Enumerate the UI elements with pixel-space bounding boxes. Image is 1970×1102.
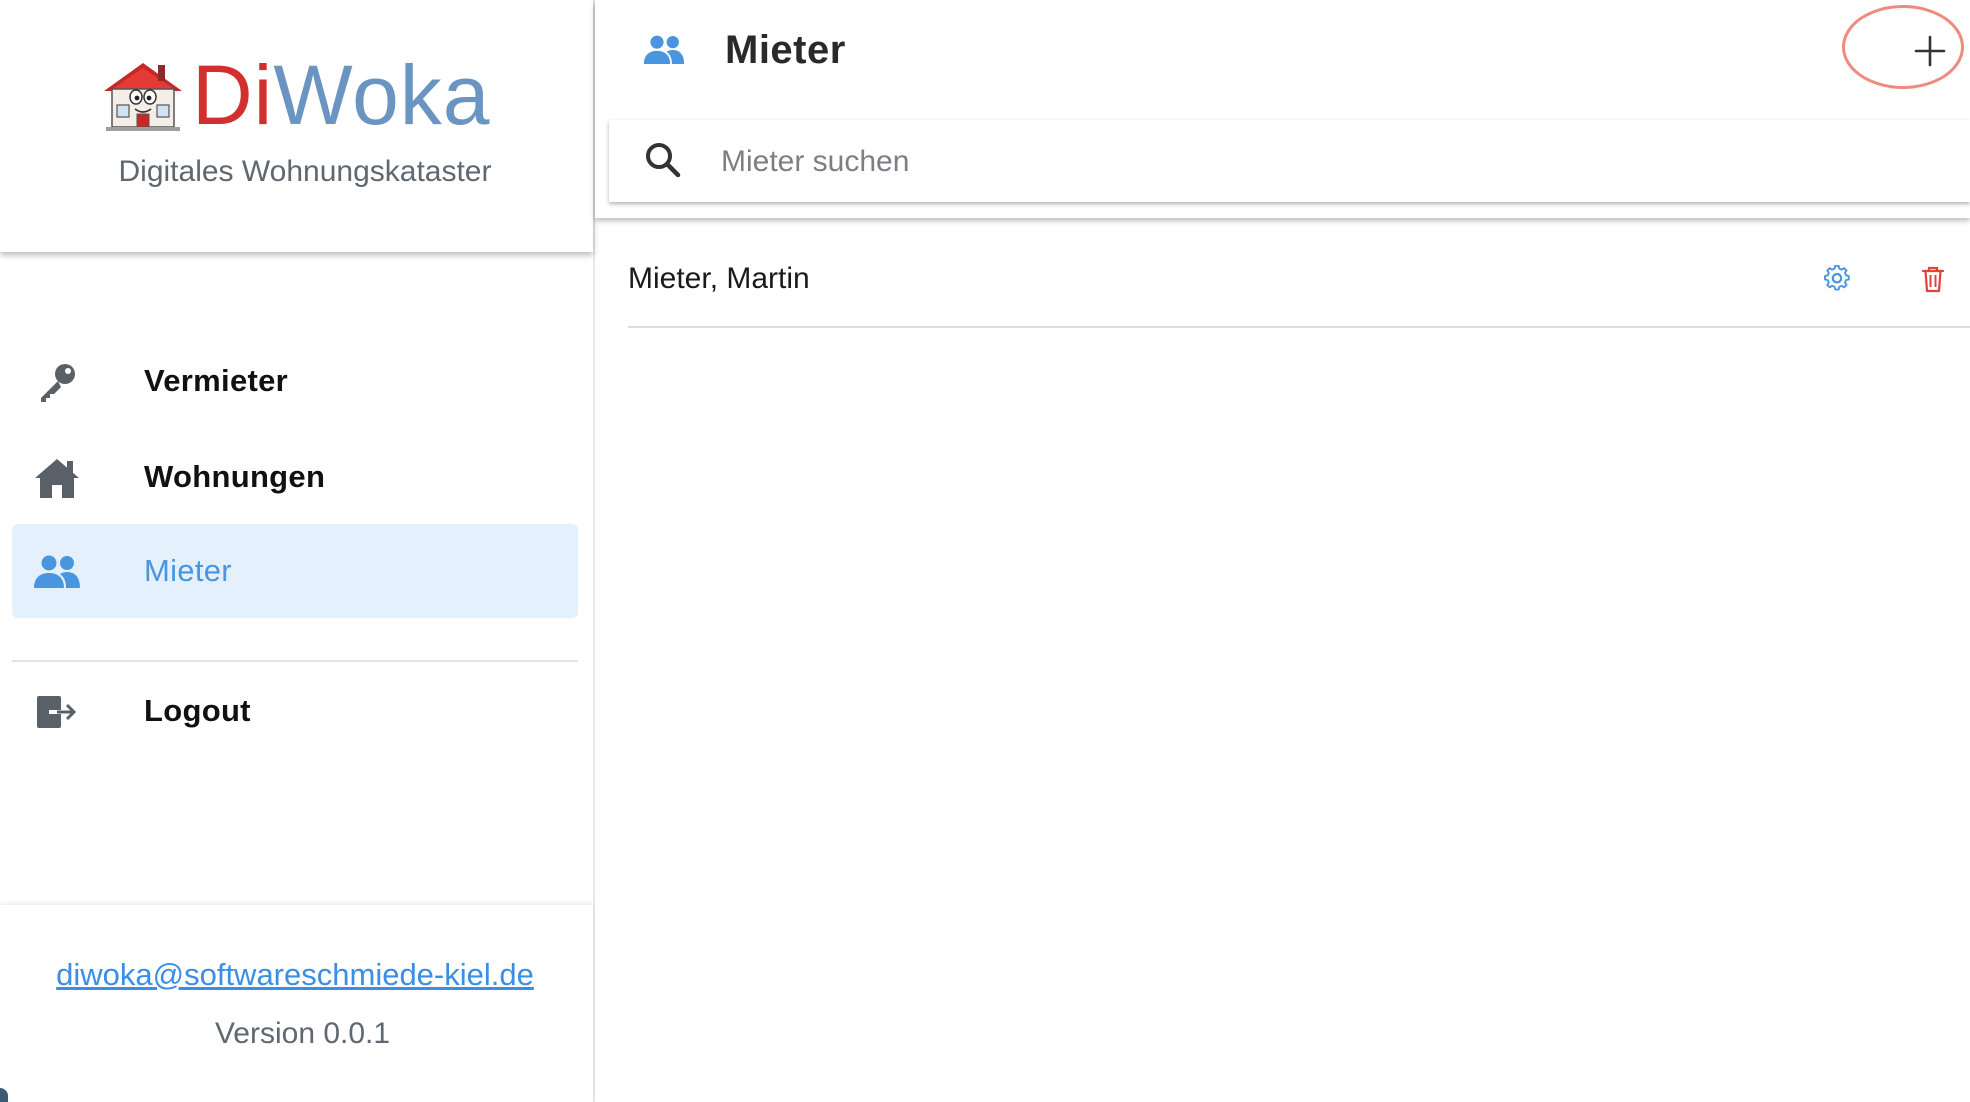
app-version: Version 0.0.1 bbox=[214, 1017, 391, 1050]
sidebar-item-mieter[interactable]: Mieter bbox=[12, 524, 578, 618]
settings-button[interactable] bbox=[1823, 264, 1853, 294]
nav-divider bbox=[12, 660, 578, 662]
sidebar-item-label: Vermieter bbox=[144, 363, 289, 398]
brand-tagline: Digitales Wohnungskataster bbox=[118, 155, 492, 188]
list-item[interactable]: Mieter, Martin bbox=[628, 230, 1970, 328]
page-title: Mieter bbox=[725, 28, 846, 72]
sidebar-item-wohnungen[interactable]: Wohnungen bbox=[12, 430, 578, 524]
key-icon bbox=[32, 359, 82, 405]
search-icon bbox=[646, 143, 681, 178]
add-tenant-button[interactable] bbox=[1905, 26, 1955, 76]
logout-icon bbox=[32, 689, 82, 735]
logo-text: DiWoka bbox=[192, 50, 491, 140]
search-input[interactable] bbox=[719, 134, 1923, 190]
logo-text-di: Di bbox=[192, 48, 274, 142]
search-bar bbox=[609, 120, 1970, 202]
sidebar-item-label: Mieter bbox=[144, 553, 232, 588]
brand-header: DiWoka Digitales Wohnungskataster bbox=[0, 0, 593, 252]
trash-icon bbox=[1921, 266, 1945, 293]
delete-button[interactable] bbox=[1918, 264, 1948, 294]
page-header: Mieter bbox=[595, 0, 1970, 218]
people-icon bbox=[643, 35, 685, 64]
sidebar: DiWoka Digitales Wohnungskataster Vermie… bbox=[0, 0, 595, 1102]
house-mascot-icon bbox=[104, 63, 182, 131]
sidebar-item-label: Wohnungen bbox=[144, 459, 326, 494]
sidebar-item-logout[interactable]: Logout bbox=[12, 664, 578, 758]
sidebar-item-vermieter[interactable]: Vermieter bbox=[12, 334, 578, 428]
tenant-name: Mieter, Martin bbox=[628, 262, 810, 295]
home-icon bbox=[32, 455, 82, 501]
logo: DiWoka bbox=[98, 50, 491, 140]
contact-email-link[interactable]: diwoka@softwareschmiede-kiel.de bbox=[0, 957, 590, 993]
logo-text-woka: Woka bbox=[273, 48, 491, 142]
sidebar-footer: diwoka@softwareschmiede-kiel.de Version … bbox=[0, 905, 593, 1102]
plus-icon bbox=[1914, 35, 1946, 67]
people-icon bbox=[32, 549, 82, 595]
main-content: Mieter Mieter, Martin bbox=[595, 0, 1970, 1102]
gear-icon bbox=[1824, 265, 1850, 291]
sidebar-item-label: Logout bbox=[144, 693, 251, 728]
